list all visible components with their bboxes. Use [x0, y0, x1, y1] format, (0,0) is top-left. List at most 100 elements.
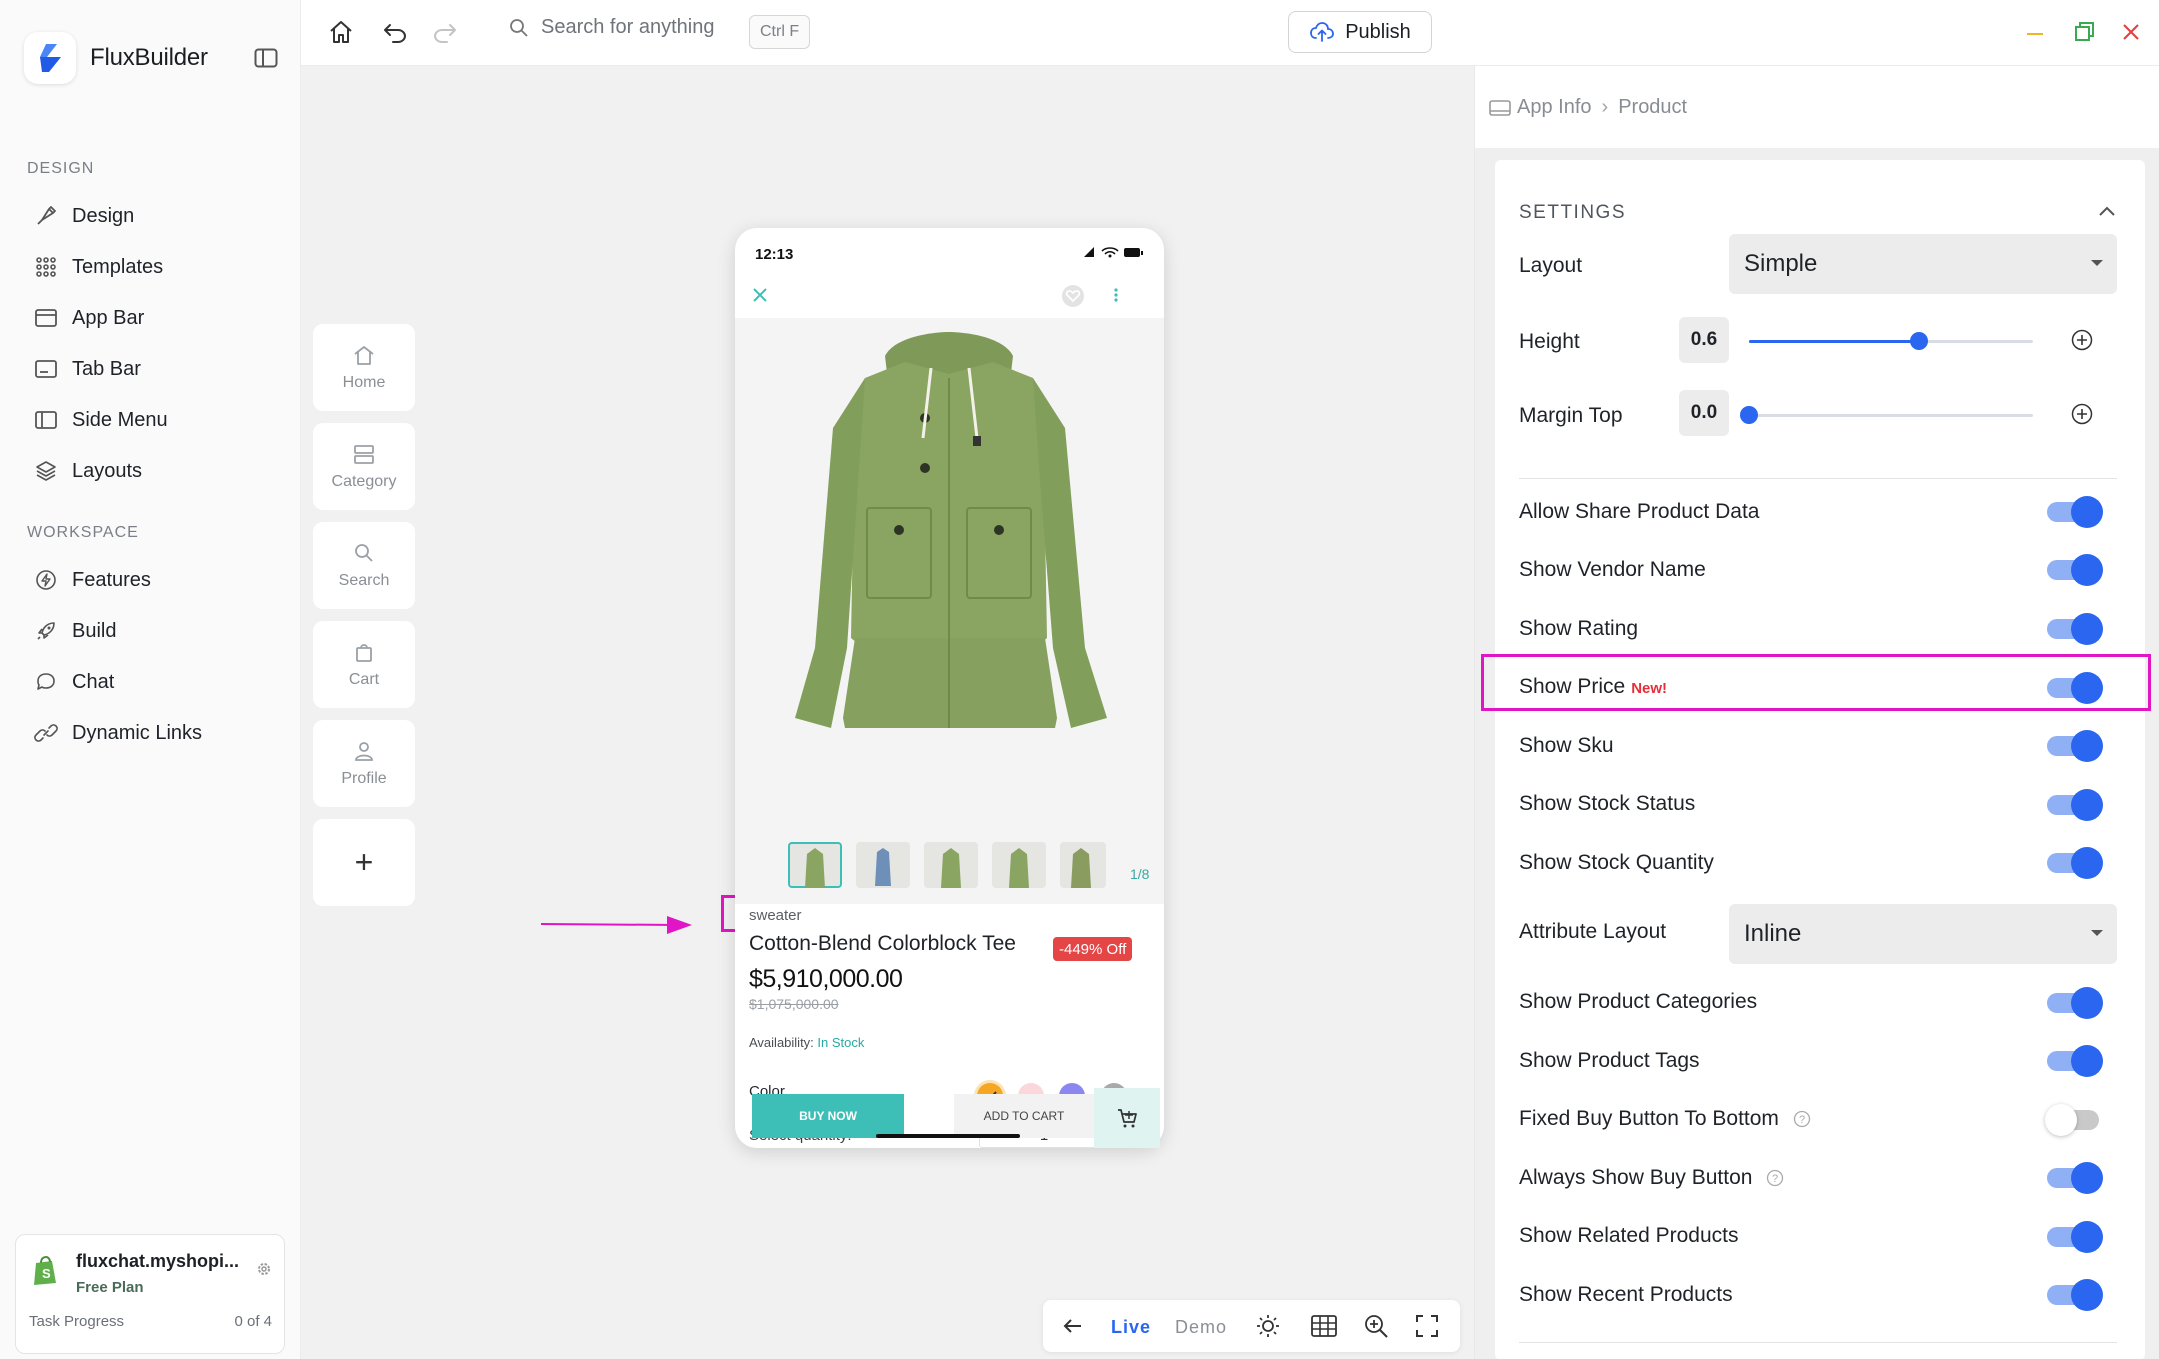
status-icons	[1082, 245, 1144, 264]
tab-profile[interactable]: Profile	[313, 720, 415, 807]
brush-icon	[37, 206, 56, 225]
heart-icon[interactable]	[1061, 284, 1085, 313]
sun-icon[interactable]	[1255, 1313, 1281, 1344]
sidebar-item-dynamic-links[interactable]: Dynamic Links	[34, 713, 284, 753]
sidebar-item-label: Build	[72, 619, 117, 642]
brand[interactable]: FluxBuilder	[24, 32, 208, 84]
toggle-label: Show Product Tags	[1519, 1049, 1700, 1072]
undo-icon[interactable]	[381, 18, 409, 51]
category-icon	[354, 444, 374, 464]
publish-button[interactable]: Publish	[1288, 11, 1432, 53]
thumbnail[interactable]	[856, 842, 910, 888]
add-to-cart-button[interactable]: ADD TO CART	[954, 1094, 1094, 1138]
attribute-layout-label: Attribute Layout	[1519, 920, 1667, 943]
plus-circle-icon[interactable]	[2071, 329, 2093, 356]
tab-label: Home	[342, 373, 386, 391]
product-image[interactable]	[735, 318, 1164, 836]
cart-button[interactable]	[1094, 1088, 1160, 1148]
task-progress-label: Task Progress	[29, 1313, 125, 1330]
sidebar-item-features[interactable]: Features	[34, 560, 284, 600]
minimize-icon[interactable]	[2025, 20, 2045, 49]
search-input[interactable]: Search for anything	[509, 16, 714, 39]
sidebar-item-layouts[interactable]: Layouts	[34, 451, 284, 491]
home-indicator	[876, 1134, 1020, 1138]
tab-search[interactable]: Search	[313, 522, 415, 609]
cloud-upload-icon	[1310, 22, 1335, 42]
thumbnail[interactable]	[924, 842, 978, 888]
chat-icon	[37, 673, 55, 690]
thumbnail[interactable]	[788, 842, 842, 888]
sku-toggle[interactable]	[2047, 730, 2103, 762]
layout-select[interactable]: Simple	[1729, 234, 2117, 294]
status-time: 12:13	[755, 246, 794, 263]
thumbnail[interactable]	[1060, 842, 1106, 888]
related-products-toggle[interactable]	[2047, 1221, 2103, 1253]
preview-canvas: Home Category Search Cart Profile + 12:1…	[301, 66, 1474, 1359]
sidebar-item-label: Layouts	[72, 459, 143, 482]
zoom-in-icon[interactable]	[1363, 1313, 1389, 1344]
close-icon[interactable]	[751, 286, 769, 309]
toggle-label: Show Sku	[1519, 734, 1614, 757]
sidebar-item-tab-bar[interactable]: Tab Bar	[34, 349, 284, 389]
margin-top-label: Margin Top	[1519, 404, 1623, 427]
fixed-buy-button-toggle[interactable]	[2045, 1104, 2101, 1136]
rating-toggle[interactable]	[2047, 613, 2103, 645]
store-card[interactable]: S fluxchat.myshopi... Free Plan Task Pro…	[15, 1234, 285, 1354]
margin-top-value-input[interactable]: 0.0	[1679, 390, 1729, 436]
tab-category[interactable]: Category	[313, 423, 415, 510]
sidebar: FluxBuilder DESIGN Design Templates App …	[0, 0, 301, 1359]
back-arrow-icon[interactable]	[1061, 1314, 1085, 1343]
stock-quantity-toggle[interactable]	[2047, 847, 2103, 879]
always-show-buy-toggle[interactable]	[2047, 1162, 2103, 1194]
slider-handle[interactable]	[1910, 332, 1929, 350]
allow-share-toggle[interactable]	[2047, 496, 2103, 528]
height-label: Height	[1519, 330, 1580, 353]
sidebar-item-design[interactable]: Design	[34, 196, 284, 236]
height-value-input[interactable]: 0.6	[1679, 317, 1729, 363]
gear-icon[interactable]	[256, 1261, 272, 1282]
plus-circle-icon[interactable]	[2071, 403, 2093, 430]
live-mode-tab[interactable]: Live	[1111, 1317, 1151, 1338]
sidebar-item-chat[interactable]: Chat	[34, 662, 284, 702]
buy-now-button[interactable]: BUY NOW	[752, 1094, 904, 1138]
sidebar-item-build[interactable]: Build	[34, 611, 284, 651]
product-categories-toggle[interactable]	[2047, 987, 2103, 1019]
maximize-icon[interactable]	[2073, 20, 2095, 49]
toggle-label: Fixed Buy Button To Bottom	[1519, 1107, 1779, 1130]
table-icon[interactable]	[1311, 1314, 1337, 1343]
margin-top-slider[interactable]	[1740, 406, 2033, 424]
app-window-icon	[1489, 99, 1511, 116]
sidebar-item-app-bar[interactable]: App Bar	[34, 298, 284, 338]
fixed-buy-row: Fixed Buy Button To Bottom ?	[1519, 1107, 1811, 1131]
redo-icon[interactable]	[431, 18, 459, 51]
chevron-up-icon[interactable]	[2097, 204, 2117, 223]
slider-handle[interactable]	[1740, 406, 1758, 424]
breadcrumb-item[interactable]: App Info	[1517, 96, 1592, 119]
help-icon[interactable]: ?	[1793, 1110, 1811, 1128]
add-tab-button[interactable]: +	[313, 819, 415, 906]
sidebar-item-templates[interactable]: Templates	[34, 247, 284, 287]
home-icon[interactable]	[327, 18, 355, 51]
tab-home[interactable]: Home	[313, 324, 415, 411]
tab-cart[interactable]: Cart	[313, 621, 415, 708]
stock-status-toggle[interactable]	[2047, 789, 2103, 821]
sidebar-toggle-icon[interactable]	[254, 48, 278, 73]
fullscreen-icon[interactable]	[1415, 1314, 1439, 1343]
product-price: $5,910,000.00	[749, 965, 903, 993]
close-window-icon[interactable]	[2121, 20, 2141, 49]
demo-mode-tab[interactable]: Demo	[1175, 1317, 1227, 1338]
sidebar-item-side-menu[interactable]: Side Menu	[34, 400, 284, 440]
vendor-name-toggle[interactable]	[2047, 554, 2103, 586]
breadcrumb-item[interactable]: Product	[1618, 96, 1687, 119]
cart-icon	[356, 643, 372, 662]
recent-products-toggle[interactable]	[2047, 1279, 2103, 1311]
sidebar-item-label: Tab Bar	[72, 357, 141, 380]
product-category[interactable]: sweater	[749, 907, 802, 924]
height-slider[interactable]	[1749, 332, 2033, 350]
help-icon[interactable]: ?	[1766, 1169, 1784, 1187]
product-tags-toggle[interactable]	[2047, 1045, 2103, 1077]
attribute-layout-select[interactable]: Inline	[1729, 904, 2117, 964]
fluxbuilder-logo-icon	[24, 32, 76, 84]
more-vertical-icon[interactable]	[1113, 286, 1119, 309]
thumbnail[interactable]	[992, 842, 1046, 888]
